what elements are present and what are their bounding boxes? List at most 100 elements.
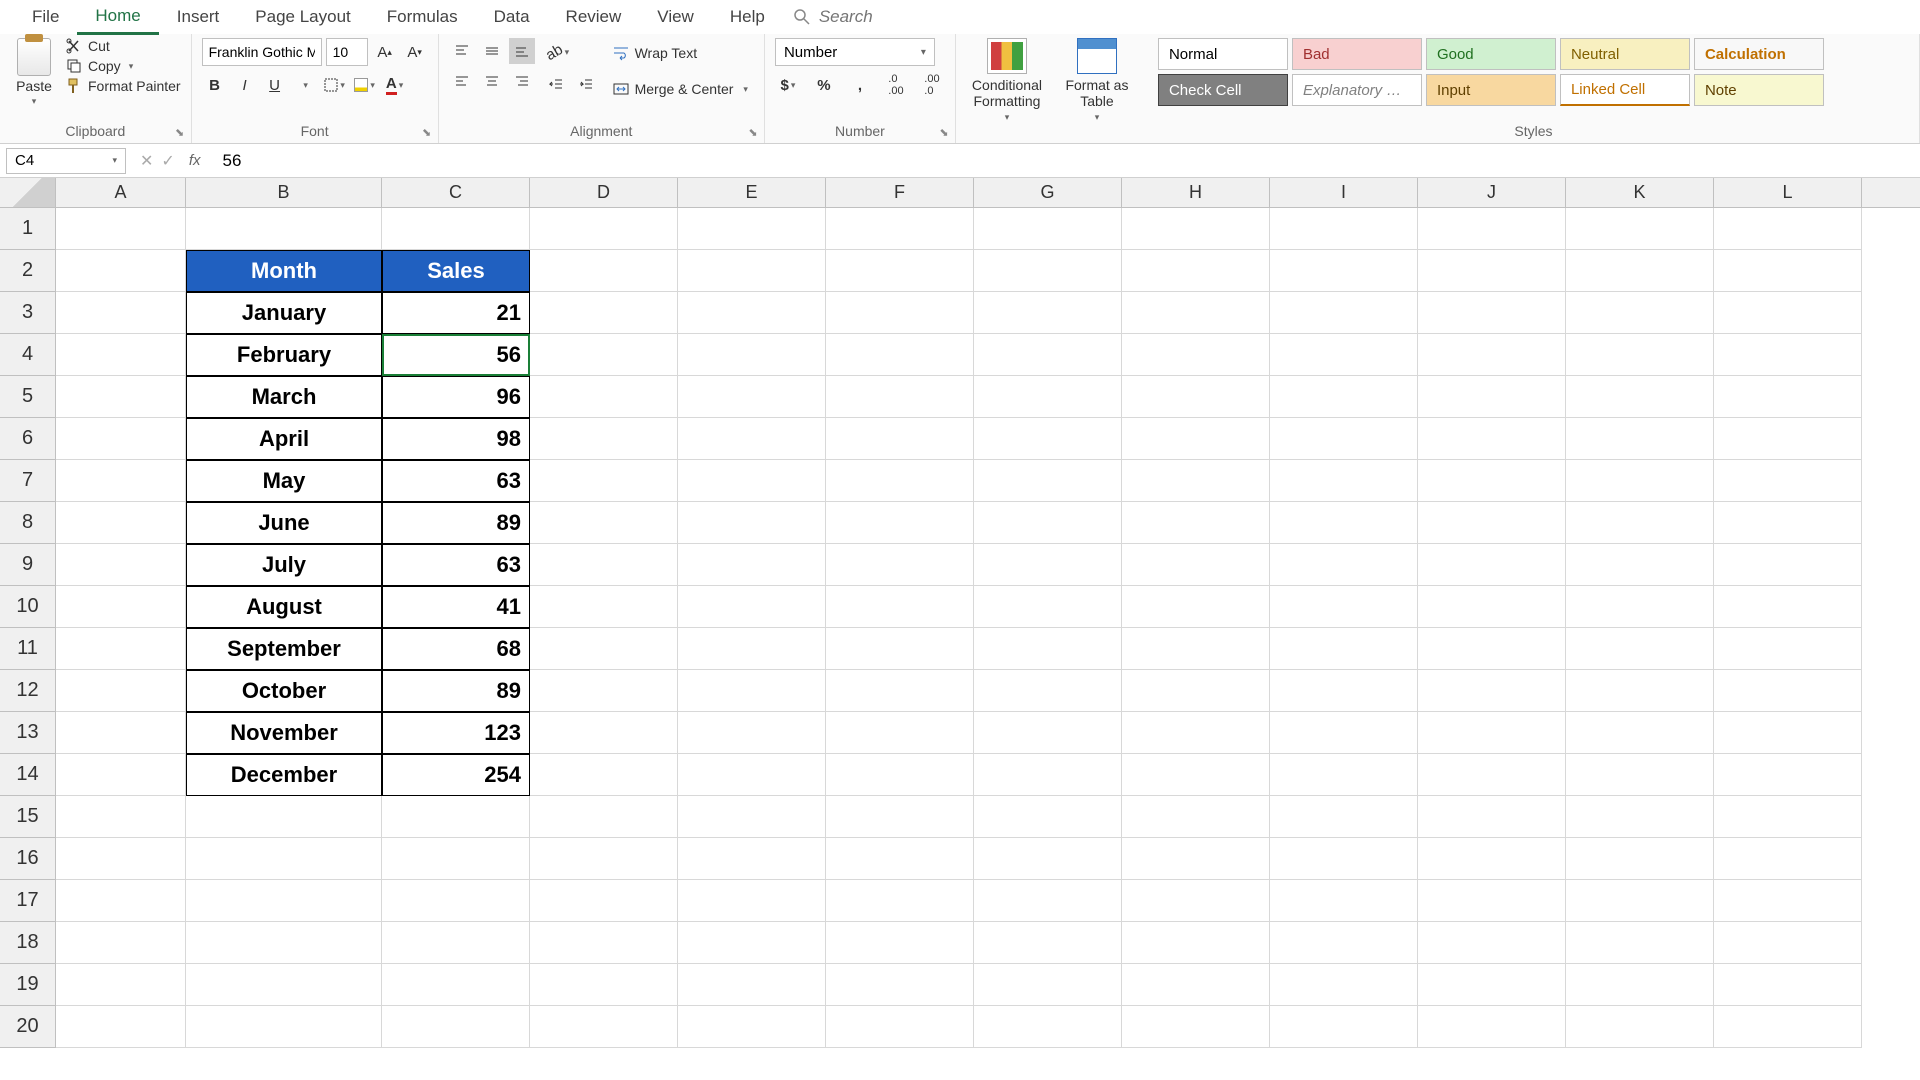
cell-H19[interactable]	[1122, 964, 1270, 1006]
cell-I9[interactable]	[1270, 544, 1418, 586]
fill-color-button[interactable]	[352, 72, 378, 98]
cell-I2[interactable]	[1270, 250, 1418, 292]
cell-L11[interactable]	[1714, 628, 1862, 670]
cell-D20[interactable]	[530, 1006, 678, 1048]
cell-D19[interactable]	[530, 964, 678, 1006]
number-format-select[interactable]: Number ▾	[775, 38, 935, 66]
cell-B9[interactable]: July	[186, 544, 382, 586]
cell-A14[interactable]	[56, 754, 186, 796]
cell-E18[interactable]	[678, 922, 826, 964]
fx-icon[interactable]: fx	[189, 152, 201, 169]
cell-B16[interactable]	[186, 838, 382, 880]
cell-A7[interactable]	[56, 460, 186, 502]
cell-G10[interactable]	[974, 586, 1122, 628]
dialog-launcher-icon[interactable]: ⬊	[420, 125, 434, 139]
cell-F8[interactable]	[826, 502, 974, 544]
cell-K9[interactable]	[1566, 544, 1714, 586]
cell-D3[interactable]	[530, 292, 678, 334]
row-header-4[interactable]: 4	[0, 334, 56, 376]
cell-H4[interactable]	[1122, 334, 1270, 376]
cell-D9[interactable]	[530, 544, 678, 586]
cell-F15[interactable]	[826, 796, 974, 838]
cell-L20[interactable]	[1714, 1006, 1862, 1048]
cell-H10[interactable]	[1122, 586, 1270, 628]
cell-K4[interactable]	[1566, 334, 1714, 376]
tab-view[interactable]: View	[639, 1, 712, 33]
style-calc[interactable]: Calculation	[1694, 38, 1824, 70]
style-bad[interactable]: Bad	[1292, 38, 1422, 70]
cell-L15[interactable]	[1714, 796, 1862, 838]
cell-C7[interactable]: 63	[382, 460, 530, 502]
cell-D13[interactable]	[530, 712, 678, 754]
cell-F14[interactable]	[826, 754, 974, 796]
style-normal[interactable]: Normal	[1158, 38, 1288, 70]
font-size-select[interactable]	[326, 38, 368, 66]
cell-L4[interactable]	[1714, 334, 1862, 376]
cell-L8[interactable]	[1714, 502, 1862, 544]
cell-I13[interactable]	[1270, 712, 1418, 754]
col-header-D[interactable]: D	[530, 178, 678, 207]
cell-K13[interactable]	[1566, 712, 1714, 754]
cell-G11[interactable]	[974, 628, 1122, 670]
cell-J13[interactable]	[1418, 712, 1566, 754]
cell-K19[interactable]	[1566, 964, 1714, 1006]
cell-I10[interactable]	[1270, 586, 1418, 628]
cell-B2[interactable]: Month	[186, 250, 382, 292]
cell-G19[interactable]	[974, 964, 1122, 1006]
cell-K2[interactable]	[1566, 250, 1714, 292]
cell-G7[interactable]	[974, 460, 1122, 502]
decrease-indent-button[interactable]	[543, 72, 569, 98]
row-header-6[interactable]: 6	[0, 418, 56, 460]
cell-I14[interactable]	[1270, 754, 1418, 796]
comma-button[interactable]: ,	[847, 72, 873, 98]
cell-E13[interactable]	[678, 712, 826, 754]
cell-C10[interactable]: 41	[382, 586, 530, 628]
cell-E5[interactable]	[678, 376, 826, 418]
cell-D7[interactable]	[530, 460, 678, 502]
cell-L1[interactable]	[1714, 208, 1862, 250]
cell-B8[interactable]: June	[186, 502, 382, 544]
cell-E15[interactable]	[678, 796, 826, 838]
cell-C14[interactable]: 254	[382, 754, 530, 796]
cell-B13[interactable]: November	[186, 712, 382, 754]
row-header-15[interactable]: 15	[0, 796, 56, 838]
col-header-F[interactable]: F	[826, 178, 974, 207]
row-header-13[interactable]: 13	[0, 712, 56, 754]
cell-C18[interactable]	[382, 922, 530, 964]
cell-L5[interactable]	[1714, 376, 1862, 418]
cell-F20[interactable]	[826, 1006, 974, 1048]
dialog-launcher-icon[interactable]: ⬊	[746, 125, 760, 139]
cell-B11[interactable]: September	[186, 628, 382, 670]
cell-I1[interactable]	[1270, 208, 1418, 250]
cell-B17[interactable]	[186, 880, 382, 922]
cell-F4[interactable]	[826, 334, 974, 376]
style-good[interactable]: Good	[1426, 38, 1556, 70]
cell-E17[interactable]	[678, 880, 826, 922]
style-linked[interactable]: Linked Cell	[1560, 74, 1690, 106]
cell-J4[interactable]	[1418, 334, 1566, 376]
cell-G6[interactable]	[974, 418, 1122, 460]
cell-K18[interactable]	[1566, 922, 1714, 964]
cell-D12[interactable]	[530, 670, 678, 712]
col-header-A[interactable]: A	[56, 178, 186, 207]
cell-K1[interactable]	[1566, 208, 1714, 250]
cell-H20[interactable]	[1122, 1006, 1270, 1048]
cell-K11[interactable]	[1566, 628, 1714, 670]
cell-A4[interactable]	[56, 334, 186, 376]
cell-C11[interactable]: 68	[382, 628, 530, 670]
cell-D11[interactable]	[530, 628, 678, 670]
tab-file[interactable]: File	[14, 1, 77, 33]
cell-E14[interactable]	[678, 754, 826, 796]
cell-C16[interactable]	[382, 838, 530, 880]
style-expl[interactable]: Explanatory …	[1292, 74, 1422, 106]
cell-A12[interactable]	[56, 670, 186, 712]
copy-button[interactable]: Copy ▾	[66, 58, 181, 74]
cell-B20[interactable]	[186, 1006, 382, 1048]
cell-F19[interactable]	[826, 964, 974, 1006]
cell-B18[interactable]	[186, 922, 382, 964]
cell-I16[interactable]	[1270, 838, 1418, 880]
row-header-14[interactable]: 14	[0, 754, 56, 796]
cell-A9[interactable]	[56, 544, 186, 586]
align-left-button[interactable]	[449, 68, 475, 94]
cell-F17[interactable]	[826, 880, 974, 922]
